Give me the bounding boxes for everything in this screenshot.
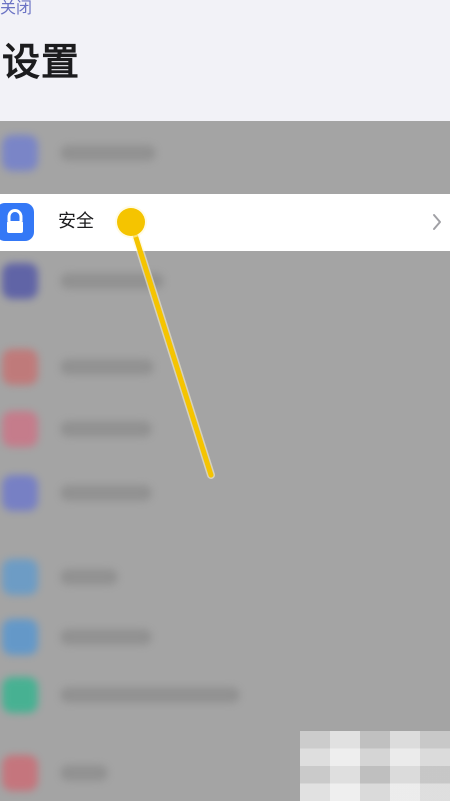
settings-header: 关闭 设置 (0, 0, 450, 121)
blurred-icon (2, 559, 38, 595)
blurred-label (60, 629, 152, 645)
page-title: 设置 (2, 40, 81, 84)
blurred-label (60, 421, 152, 437)
blurred-settings-row (0, 551, 450, 605)
settings-row-label: 安全 (58, 211, 94, 232)
blurred-settings-row (0, 341, 450, 395)
blurred-icon (2, 619, 38, 655)
chevron-right-icon (433, 214, 441, 230)
blurred-settings-row (0, 255, 450, 309)
blurred-settings-row (0, 127, 450, 181)
blurred-icon (2, 263, 38, 299)
blurred-settings-row (0, 669, 450, 723)
blurred-label (60, 273, 164, 289)
settings-screen: 关闭 设置 安全 (0, 0, 450, 801)
pixelated-region (300, 731, 450, 801)
blurred-settings-row (0, 467, 450, 521)
blurred-icon (2, 475, 38, 511)
blurred-label (60, 569, 118, 585)
blurred-icon (2, 755, 38, 791)
lock-icon (0, 203, 34, 241)
close-link[interactable]: 关闭 (0, 0, 32, 18)
blurred-label (60, 765, 108, 781)
blurred-label (60, 145, 156, 161)
blurred-icon (2, 349, 38, 385)
blurred-label (60, 485, 152, 501)
blurred-icon (2, 411, 38, 447)
blurred-settings-row (0, 403, 450, 457)
blurred-label (60, 687, 240, 703)
blurred-icon (2, 677, 38, 713)
blurred-label (60, 359, 154, 375)
blurred-settings-row (0, 611, 450, 665)
settings-row-security[interactable]: 安全 (0, 194, 450, 251)
blurred-icon (2, 135, 38, 171)
